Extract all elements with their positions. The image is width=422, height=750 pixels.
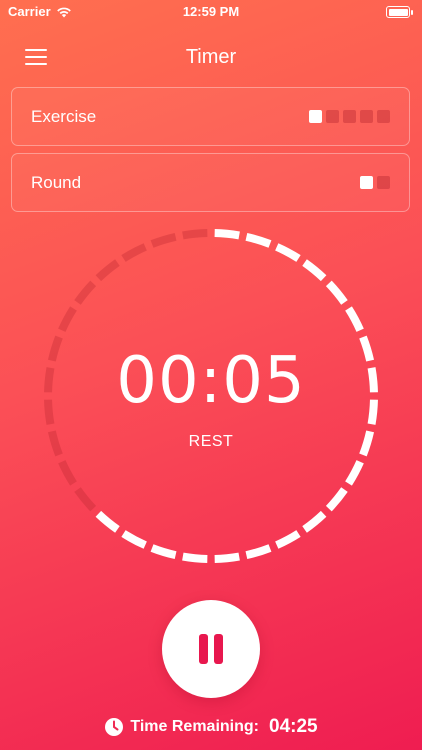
ring-segment [58,306,77,332]
progress-dot [377,110,390,123]
ring-segment [74,280,97,305]
time-remaining-value: 04:25 [269,716,318,737]
pause-icon [199,634,208,664]
timer-phase: REST [188,433,234,450]
ring-segment [275,243,301,262]
ring-segment [121,243,147,262]
ring-segment [214,229,240,240]
ring-segment [182,552,208,563]
nav-bar: Timer [0,38,422,78]
status-bar: Carrier 12:59 PM [0,0,422,24]
ring-segment [345,306,364,332]
ring-segment [275,530,301,549]
exercise-setting-row[interactable]: Exercise [11,87,410,146]
pause-button[interactable] [162,600,260,698]
progress-dot [360,176,373,189]
status-time: 12:59 PM [182,4,240,19]
progress-dot [343,110,356,123]
round-progress-dots [360,176,390,189]
progress-dot [326,110,339,123]
exercise-progress-dots [309,110,390,123]
page-title: Timer [185,46,237,68]
ring-segment [302,510,327,533]
ring-segment [95,259,120,282]
progress-dot [309,110,322,123]
timer-ring: 00:05 REST [41,226,381,566]
exercise-label: Exercise [31,107,97,126]
ring-segment [58,460,77,486]
clock-icon [105,718,124,736]
ring-segment [95,510,120,533]
ring-segment [182,229,208,240]
ring-segment [214,552,240,563]
ring-segment [74,487,97,512]
time-remaining-label: Time Remaining: [130,718,259,735]
timer-display: 00:05 [116,344,306,418]
ring-segment [150,544,177,560]
progress-dot [360,110,373,123]
ring-segment [150,232,177,248]
ring-segment [245,232,272,248]
ring-segment [121,530,147,549]
progress-dot [377,176,390,189]
ring-segment [302,259,327,282]
round-setting-row[interactable]: Round [11,153,410,212]
round-label: Round [31,173,82,192]
battery-icon [386,6,413,18]
ring-segment [325,280,348,305]
ring-segment [325,487,348,512]
time-remaining: Time Remaining: 04:25 [0,716,422,738]
ring-segment [245,544,272,560]
ring-segment [345,460,364,486]
